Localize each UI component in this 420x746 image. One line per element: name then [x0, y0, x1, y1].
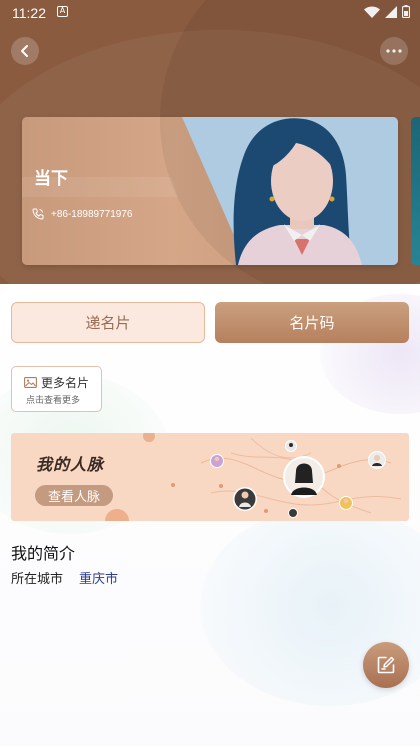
business-card[interactable]: 当下 +86-18989771976	[22, 117, 398, 265]
phone-icon	[32, 208, 44, 220]
city-value: 重庆市	[79, 572, 119, 587]
chevron-left-icon	[21, 45, 28, 57]
edit-icon	[377, 656, 395, 674]
status-icons	[364, 5, 410, 18]
wifi-icon	[364, 5, 380, 18]
card-name: 当下	[34, 169, 68, 189]
network-banner-title: 我的人脉	[36, 455, 105, 474]
main-content: 递名片 名片码 更多名片 点击查看更多 我的人脉 查看人脉 我的简介 所在城市 …	[0, 284, 420, 746]
view-network-button[interactable]: 查看人脉	[35, 485, 113, 506]
back-button[interactable]	[11, 37, 39, 65]
edit-fab-button[interactable]	[363, 642, 409, 688]
card-portrait-illustration	[22, 117, 398, 265]
more-options-button[interactable]	[380, 37, 408, 65]
more-cards-button[interactable]: 更多名片 点击查看更多	[11, 366, 102, 412]
more-cards-subtitle: 点击查看更多	[26, 396, 81, 406]
card-phone: +86-18989771976	[51, 208, 133, 220]
battery-icon	[402, 5, 410, 18]
ellipsis-icon	[386, 49, 402, 53]
image-icon	[24, 377, 37, 388]
notification-icon: A	[57, 6, 68, 17]
tab-send-card[interactable]: 递名片	[11, 302, 205, 343]
card-phone-row: +86-18989771976	[32, 208, 132, 220]
network-banner[interactable]: 我的人脉 查看人脉	[11, 433, 409, 521]
network-illustration	[105, 433, 402, 521]
intro-section-title: 我的简介	[11, 544, 76, 563]
hero-header: 11:22 A 当下 +86-18989771976	[0, 0, 420, 284]
status-time: 11:22	[12, 5, 46, 21]
tab-card-code[interactable]: 名片码	[215, 302, 409, 343]
more-cards-title-row: 更多名片	[24, 374, 89, 391]
status-bar: 11:22 A	[0, 0, 420, 26]
next-card-peek[interactable]	[411, 117, 420, 265]
more-cards-title: 更多名片	[41, 376, 90, 390]
city-label: 所在城市	[11, 572, 64, 587]
signal-icon	[385, 5, 397, 18]
